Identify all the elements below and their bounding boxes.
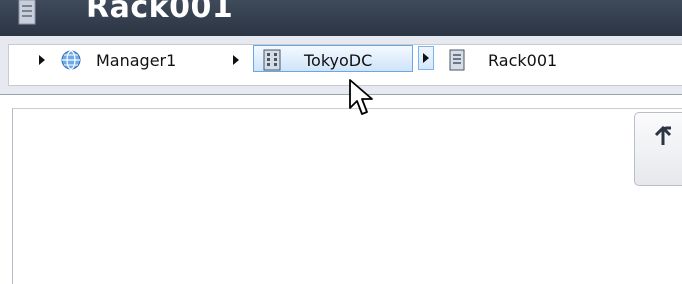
breadcrumb-item-manager1[interactable]: Manager1 bbox=[60, 46, 176, 74]
chevron-right-icon bbox=[423, 53, 429, 63]
rack-icon bbox=[449, 49, 465, 71]
content-area bbox=[12, 108, 682, 284]
globe-icon bbox=[61, 50, 81, 70]
breadcrumb-label: Manager1 bbox=[96, 50, 177, 70]
rack-icon bbox=[18, 0, 36, 25]
building-icon bbox=[263, 49, 281, 71]
breadcrumb-label: Rack001 bbox=[488, 50, 558, 70]
breadcrumb-label: TokyoDC bbox=[304, 50, 373, 70]
title-bar: Rack001 bbox=[0, 0, 682, 36]
refresh-button[interactable] bbox=[634, 112, 682, 186]
window-title: Rack001 bbox=[86, 0, 234, 25]
breadcrumb-expand-arrow[interactable] bbox=[230, 52, 242, 68]
breadcrumb-expand-button[interactable] bbox=[418, 46, 434, 70]
breadcrumb-item-tokyodc[interactable]: TokyoDC bbox=[262, 46, 372, 74]
mouse-cursor bbox=[349, 79, 373, 115]
breadcrumb-expand-arrow[interactable] bbox=[36, 52, 48, 68]
breadcrumb-item-rack001[interactable]: Rack001 bbox=[448, 46, 557, 74]
refresh-icon bbox=[655, 125, 672, 145]
